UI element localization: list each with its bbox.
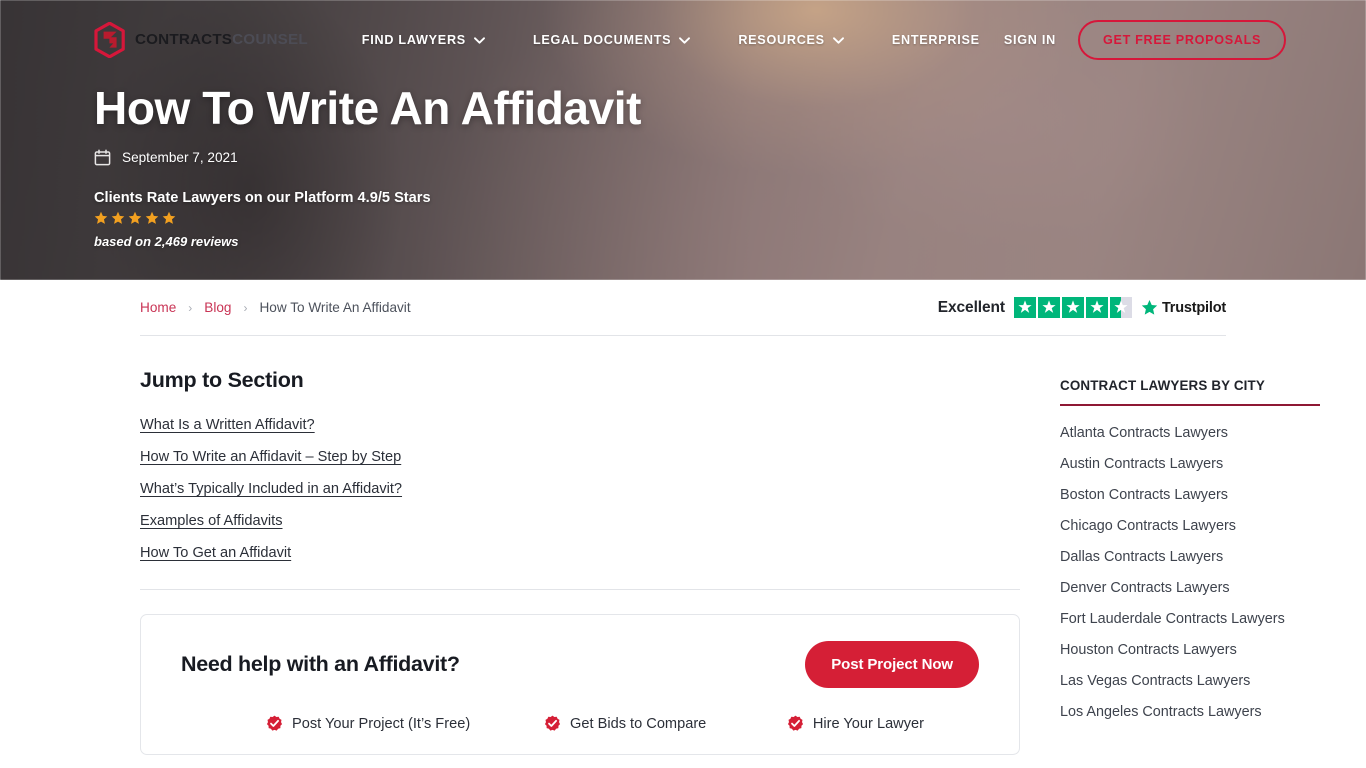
trustpilot-star-icon <box>1061 297 1084 318</box>
promo-cta-card: Need help with an Affidavit? Post Projec… <box>140 614 1020 755</box>
promo-feature-list: Post Your Project (It’s Free) Get Bids t… <box>181 715 979 732</box>
chevron-down-icon <box>474 36 485 44</box>
sidebar-city-list: Atlanta Contracts Lawyers Austin Contrac… <box>1060 425 1320 720</box>
sidebar-item-austin[interactable]: Austin Contracts Lawyers <box>1060 456 1320 472</box>
jump-link-whats-typically-included[interactable]: What’s Typically Included in an Affidavi… <box>140 481 402 497</box>
nav-item-label: ENTERPRISE <box>891 33 980 47</box>
star-icon <box>94 211 108 224</box>
trustpilot-half-star-icon <box>1109 297 1132 318</box>
nav-actions: SIGN IN GET FREE PROPOSALS <box>1004 20 1287 60</box>
logo-word-secondary: COUNSEL <box>232 31 308 49</box>
trustpilot-rating-label: Excellent <box>937 298 1005 316</box>
page-content: Home › Blog › How To Write An Affidavit … <box>0 280 1366 768</box>
trustpilot-star-icon <box>1013 297 1036 318</box>
sidebar-item-houston[interactable]: Houston Contracts Lawyers <box>1060 642 1320 658</box>
promo-feature-get-bids-to-compare: Get Bids to Compare <box>544 715 787 732</box>
nav-item-label: RESOURCES <box>738 33 825 47</box>
trustpilot-widget[interactable]: Excellent Trustpilot <box>938 297 1226 318</box>
sidebar: CONTRACT LAWYERS BY CITY Atlanta Contrac… <box>1060 368 1320 768</box>
chevron-down-icon <box>679 36 691 44</box>
nav-item-label: LEGAL DOCUMENTS <box>532 33 672 47</box>
breadcrumb-item-home[interactable]: Home <box>140 300 176 315</box>
nav-links: FIND LAWYERS LEGAL DOCUMENTS RESOURCES E… <box>338 33 1004 47</box>
publish-date: September 7, 2021 <box>94 149 1272 166</box>
page-title: How To Write An Affidavit <box>94 82 642 134</box>
logo-wordmark: CONTRACTSCOUNSEL <box>135 32 308 47</box>
nav-item-enterprise[interactable]: ENTERPRISE <box>868 33 1004 47</box>
sidebar-heading: CONTRACT LAWYERS BY CITY <box>1060 378 1320 406</box>
breadcrumb-separator: › <box>243 300 248 315</box>
star-icon <box>111 211 125 224</box>
sidebar-item-las-vegas[interactable]: Las Vegas Contracts Lawyers <box>1060 673 1320 689</box>
promo-feature-hire-your-lawyer: Hire Your Lawyer <box>787 715 924 732</box>
rating-stars <box>94 211 1272 225</box>
star-icon <box>128 211 142 224</box>
sidebar-item-los-angeles[interactable]: Los Angeles Contracts Lawyers <box>1060 704 1320 720</box>
star-icon <box>162 211 176 224</box>
nav-item-label: FIND LAWYERS <box>361 33 466 47</box>
sidebar-item-boston[interactable]: Boston Contracts Lawyers <box>1060 487 1320 503</box>
jump-link-how-to-write-an-affidavit[interactable]: How To Write an Affidavit – Step by Step <box>140 449 401 465</box>
check-badge-icon <box>787 715 803 731</box>
promo-feature-label: Get Bids to Compare <box>570 715 707 732</box>
post-project-now-button[interactable]: Post Project Now <box>805 641 979 688</box>
sidebar-item-fort-lauderdale[interactable]: Fort Lauderdale Contracts Lawyers <box>1060 611 1320 627</box>
nav-item-legal-documents[interactable]: LEGAL DOCUMENTS <box>509 33 714 47</box>
check-badge-icon <box>544 715 561 731</box>
main-navigation: CONTRACTSCOUNSEL FIND LAWYERS LEGAL DOCU… <box>0 0 1366 80</box>
calendar-icon <box>94 149 111 165</box>
trustpilot-logo-star-icon <box>1141 299 1158 315</box>
jump-link-how-to-get-an-affidavit[interactable]: How To Get an Affidavit <box>140 545 291 561</box>
breadcrumb-item-blog[interactable]: Blog <box>204 300 231 315</box>
trustpilot-star-icon <box>1037 297 1060 318</box>
hero-banner: CONTRACTSCOUNSEL FIND LAWYERS LEGAL DOCU… <box>0 0 1366 280</box>
sidebar-item-denver[interactable]: Denver Contracts Lawyers <box>1060 580 1320 596</box>
review-count: based on 2,469 reviews <box>94 233 239 249</box>
breadcrumb-item-current: How To Write An Affidavit <box>259 300 411 315</box>
breadcrumb: Home › Blog › How To Write An Affidavit <box>140 300 411 315</box>
promo-feature-label: Post Your Project (It’s Free) <box>292 715 471 732</box>
chevron-down-icon <box>832 36 844 44</box>
sidebar-item-atlanta[interactable]: Atlanta Contracts Lawyers <box>1060 425 1320 441</box>
sidebar-item-chicago[interactable]: Chicago Contracts Lawyers <box>1060 518 1320 534</box>
contracts-counsel-hexagon-logo-icon <box>94 22 125 58</box>
logo-word-primary: CONTRACTS <box>135 31 233 49</box>
promo-feature-post-your-project: Post Your Project (It’s Free) <box>266 715 544 732</box>
trustpilot-stars <box>1013 297 1132 318</box>
promo-feature-label: Hire Your Lawyer <box>812 715 924 732</box>
sign-in-link[interactable]: SIGN IN <box>1004 33 1056 47</box>
sidebar-item-dallas[interactable]: Dallas Contracts Lawyers <box>1060 549 1320 565</box>
check-badge-icon <box>266 715 283 731</box>
jump-link-examples-of-affidavits[interactable]: Examples of Affidavits <box>140 513 283 529</box>
publish-date-text: September 7, 2021 <box>122 149 238 165</box>
nav-item-resources[interactable]: RESOURCES <box>714 33 868 47</box>
jump-to-section-list: What Is a Written Affidavit? How To Writ… <box>140 417 1020 561</box>
section-divider <box>140 589 1020 590</box>
breadcrumb-row: Home › Blog › How To Write An Affidavit … <box>140 280 1226 336</box>
jump-link-what-is-a-written-affidavit[interactable]: What Is a Written Affidavit? <box>140 417 315 433</box>
get-free-proposals-button[interactable]: GET FREE PROPOSALS <box>1077 20 1287 60</box>
trustpilot-star-icon <box>1085 297 1108 318</box>
trustpilot-brand-name: Trustpilot <box>1161 299 1226 316</box>
platform-rating-text: Clients Rate Lawyers on our Platform 4.9… <box>94 189 431 206</box>
promo-heading: Need help with an Affidavit? <box>181 652 460 676</box>
nav-item-find-lawyers[interactable]: FIND LAWYERS <box>338 33 509 47</box>
article-main-column: Jump to Section What Is a Written Affida… <box>140 368 1020 768</box>
star-icon <box>145 211 159 224</box>
trustpilot-brand: Trustpilot <box>1141 299 1226 316</box>
breadcrumb-separator: › <box>188 300 193 315</box>
jump-to-section-title: Jump to Section <box>140 368 304 392</box>
site-logo[interactable]: CONTRACTSCOUNSEL <box>94 22 308 58</box>
